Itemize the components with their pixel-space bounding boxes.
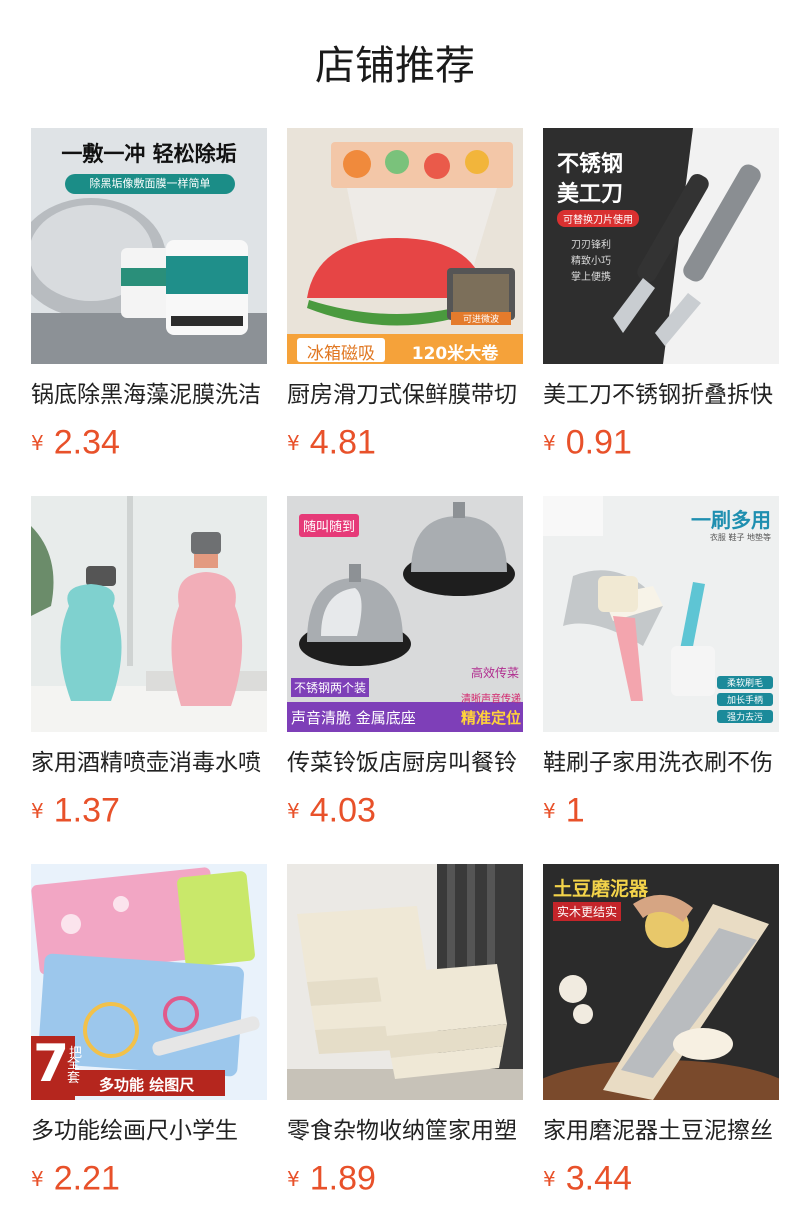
product-title[interactable]: 家用磨泥器土豆泥擦丝 — [543, 1114, 779, 1148]
price-value: 2.21 — [53, 1159, 120, 1198]
product-row: 一敷一冲 轻松除垢 除黑垢像敷面膜一样简单 锅底除黑海藻泥膜洗洁 ¥2.34 可… — [31, 128, 779, 496]
image-banner: 多功能 绘图尺 — [99, 1076, 195, 1094]
price-value: 1.89 — [309, 1159, 376, 1198]
product-price: ¥2.34 — [31, 420, 267, 464]
currency-symbol: ¥ — [287, 1166, 300, 1191]
image-corner-label: 随叫随到 — [299, 514, 360, 537]
product-title[interactable]: 零食杂物收纳筐家用塑 — [287, 1114, 523, 1148]
product-image-potato-grater[interactable]: 土豆磨泥器 实木更结实 — [543, 864, 779, 1100]
product-card-1[interactable]: 一敷一冲 轻松除垢 除黑垢像敷面膜一样简单 锅底除黑海藻泥膜洗洁 ¥2.34 — [31, 128, 267, 496]
product-image-utility-knife[interactable]: 不锈钢 美工刀 可替换刀片使用 刀刃锋利 精致小巧 掌上便携 — [543, 128, 779, 364]
product-row: 7 把 全套 多功能 绘图尺 多功能绘画尺小学生 ¥2.21 零食杂物收纳筐家用… — [31, 864, 779, 1232]
product-card-9[interactable]: 土豆磨泥器 实木更结实 家用磨泥器土豆泥擦丝 ¥3.44 — [543, 864, 779, 1232]
product-title[interactable]: 锅底除黑海藻泥膜洗洁 — [31, 378, 267, 412]
price-value: 0.91 — [565, 423, 632, 462]
image-tag-1: 柔软刷毛 — [717, 676, 773, 689]
product-price: ¥2.21 — [31, 1156, 267, 1200]
currency-symbol: ¥ — [543, 798, 556, 823]
product-card-8[interactable]: 零食杂物收纳筐家用塑 ¥1.89 — [287, 864, 523, 1232]
image-right-1: 高效传菜 — [470, 666, 519, 680]
product-image-pot-cleaner[interactable]: 一敷一冲 轻松除垢 除黑垢像敷面膜一样简单 — [31, 128, 267, 364]
product-card-5[interactable]: 随叫随到 高效传菜 不锈钢两个装 清晰声音传递 声音清脆 金属底座 精准定位 传… — [287, 496, 523, 864]
currency-symbol: ¥ — [543, 430, 556, 455]
image-right-2: 清晰声音传递 — [461, 694, 521, 705]
image-bottom-left: 声音清脆 金属底座 — [291, 709, 416, 727]
image-feature-2: 精致小巧 — [571, 256, 611, 267]
image-tag-3: 强力去污 — [717, 710, 773, 723]
product-image-shoe-brush[interactable]: 一刷多用 衣服 鞋子 地垫等 柔软刷毛 加长手柄 强力去污 — [543, 496, 779, 732]
currency-symbol: ¥ — [31, 430, 44, 455]
image-headline: 一刷多用 — [691, 508, 771, 532]
product-grid: 一敷一冲 轻松除垢 除黑垢像敷面膜一样简单 锅底除黑海藻泥膜洗洁 ¥2.34 可… — [31, 128, 779, 1232]
product-price: ¥3.44 — [543, 1156, 779, 1200]
product-price: ¥0.91 — [543, 420, 779, 464]
product-image-drawing-ruler[interactable]: 7 把 全套 多功能 绘图尺 — [31, 864, 267, 1100]
image-tag-right: 120米大卷 — [411, 344, 499, 364]
image-headline: 一敷一冲 轻松除垢 — [61, 142, 237, 166]
product-card-4[interactable]: 家用酒精喷壶消毒水喷 ¥1.37 — [31, 496, 267, 864]
image-badge: 可进微波 — [451, 312, 511, 325]
image-sub: 衣服 鞋子 地垫等 — [709, 533, 771, 542]
image-pill: 可替换刀片使用 — [557, 210, 639, 227]
currency-symbol: ¥ — [543, 1166, 556, 1191]
product-price: ¥4.81 — [287, 420, 523, 464]
product-card-6[interactable]: 一刷多用 衣服 鞋子 地垫等 柔软刷毛 加长手柄 强力去污 鞋刷子家用洗衣刷不伤… — [543, 496, 779, 864]
image-feature-3: 掌上便携 — [571, 272, 611, 283]
product-image-storage-basket[interactable] — [287, 864, 523, 1100]
image-headline: 土豆磨泥器 — [553, 878, 649, 900]
currency-symbol: ¥ — [287, 430, 300, 455]
image-big-number: 7 — [33, 1034, 70, 1094]
product-price: ¥1.89 — [287, 1156, 523, 1200]
product-title[interactable]: 鞋刷子家用洗衣刷不伤 — [543, 746, 779, 780]
price-value: 1 — [565, 791, 585, 830]
price-value: 4.03 — [309, 791, 376, 830]
product-card-7[interactable]: 7 把 全套 多功能 绘图尺 多功能绘画尺小学生 ¥2.21 — [31, 864, 267, 1232]
image-line2: 美工刀 — [557, 182, 624, 207]
image-feature-1: 刀刃锋利 — [571, 240, 611, 251]
product-title[interactable]: 厨房滑刀式保鲜膜带切 — [287, 378, 523, 412]
product-image-spray-bottle[interactable] — [31, 496, 267, 732]
product-card-3[interactable]: 不锈钢 美工刀 可替换刀片使用 刀刃锋利 精致小巧 掌上便携 美工刀不锈钢折叠拆… — [543, 128, 779, 496]
image-line1: 不锈钢 — [557, 152, 624, 177]
product-title[interactable]: 多功能绘画尺小学生 — [31, 1114, 267, 1148]
image-tag: 实木更结实 — [553, 902, 622, 921]
section-title: 店铺推荐 — [315, 43, 475, 89]
product-title[interactable]: 家用酒精喷壶消毒水喷 — [31, 746, 267, 780]
price-value: 4.81 — [309, 423, 376, 462]
product-image-service-bell[interactable]: 随叫随到 高效传菜 不锈钢两个装 清晰声音传递 声音清脆 金属底座 精准定位 — [287, 496, 523, 732]
currency-symbol: ¥ — [31, 1166, 44, 1191]
product-price: ¥4.03 — [287, 788, 523, 832]
currency-symbol: ¥ — [31, 798, 44, 823]
product-card-2[interactable]: 可进微波 冰箱磁吸 120米大卷 厨房滑刀式保鲜膜带切 ¥4.81 — [287, 128, 523, 496]
image-banner: 除黑垢像敷面膜一样简单 — [65, 174, 235, 194]
product-row: 家用酒精喷壶消毒水喷 ¥1.37 随叫随到 高效传菜 不锈钢两个装 清晰声音传递… — [31, 496, 779, 864]
price-value: 1.37 — [53, 791, 120, 830]
image-side-2: 全套 — [67, 1057, 81, 1086]
image-tag-2: 加长手柄 — [717, 693, 773, 706]
price-value: 3.44 — [565, 1159, 632, 1198]
product-title[interactable]: 美工刀不锈钢折叠拆快 — [543, 378, 779, 412]
price-value: 2.34 — [53, 423, 120, 462]
image-label: 不锈钢两个装 — [291, 678, 370, 697]
image-tag-left: 冰箱磁吸 — [307, 344, 375, 364]
currency-symbol: ¥ — [287, 798, 300, 823]
product-price: ¥1.37 — [31, 788, 267, 832]
product-price: ¥1 — [543, 788, 779, 832]
image-bottom-right: 精准定位 — [460, 709, 521, 727]
product-image-cling-film[interactable]: 可进微波 冰箱磁吸 120米大卷 — [287, 128, 523, 364]
product-title[interactable]: 传菜铃饭店厨房叫餐铃 — [287, 746, 523, 780]
